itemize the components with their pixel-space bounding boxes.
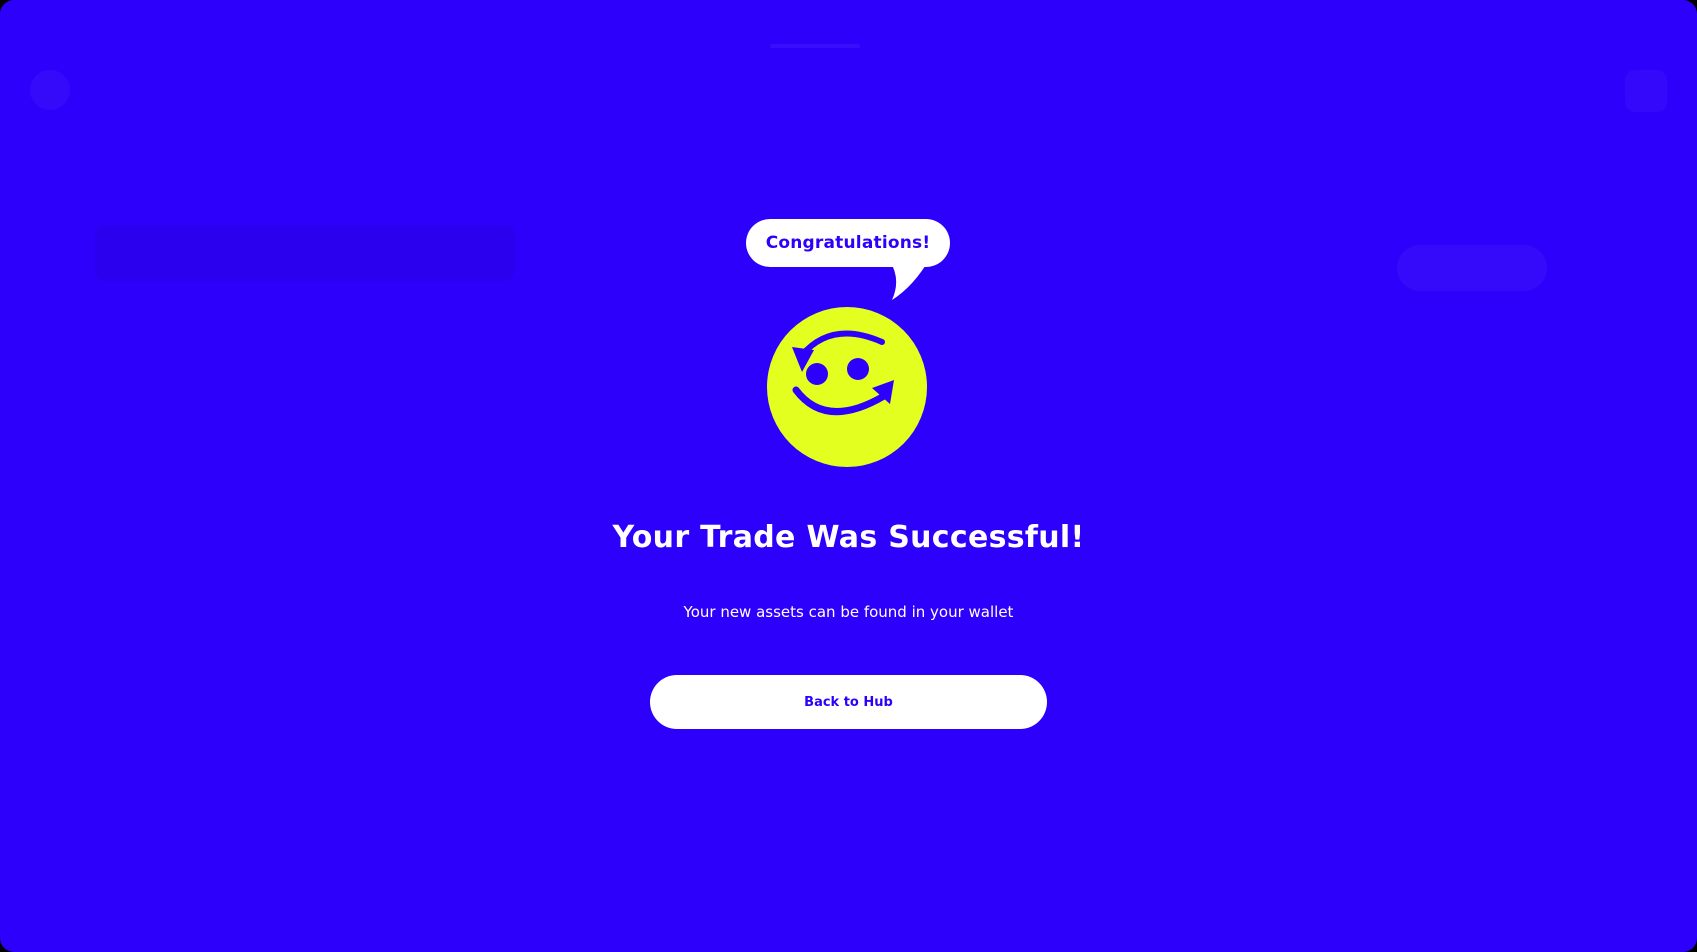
speech-bubble-tail [888,258,930,300]
app-screen: Congratulations! Your Trade Was Successf… [0,0,1697,952]
wallet-info-text: Your new assets can be found in your wal… [683,603,1014,621]
congratulations-text: Congratulations! [765,233,931,253]
back-to-hub-label: Back to Hub [804,694,893,710]
trade-success-modal: Congratulations! Your Trade Was Successf… [0,0,1697,952]
smiley-swap-icon [767,307,927,467]
success-headline: Your Trade Was Successful! [612,520,1085,555]
back-to-hub-button[interactable]: Back to Hub [650,675,1047,729]
